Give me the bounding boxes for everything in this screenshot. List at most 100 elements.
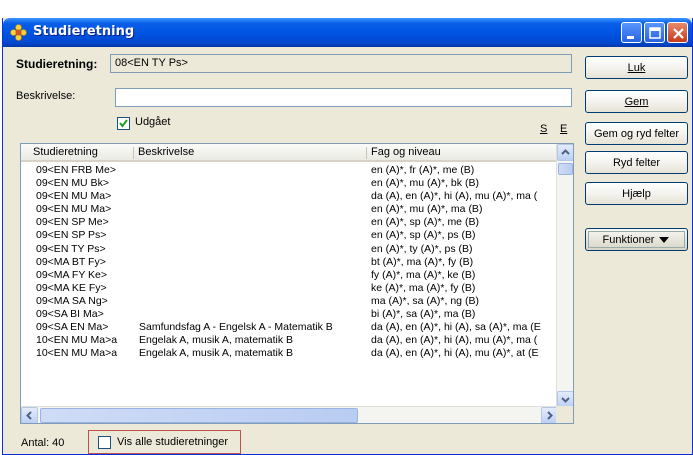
table-row[interactable]: 09<EN MU Ma> da (A), en (A)*, hi (A), mu … — [21, 190, 558, 203]
ryd-felter-button[interactable]: Ryd felter — [585, 151, 688, 174]
chevron-right-icon — [547, 411, 553, 420]
beskrivelse-input[interactable] — [115, 88, 572, 107]
cell-studieretning: 09<SA EN Ma> — [36, 321, 109, 334]
cell-studieretning: 09<EN SP Ps> — [36, 229, 107, 242]
table-row[interactable]: 09<SA BI Ma> bi (A)*, sa (A)*, ma (B) — [21, 308, 558, 321]
cell-fag-og-niveau: ma (A)*, sa (A)*, ng (B) — [371, 294, 479, 307]
cell-fag-og-niveau: en (A)*, sp (A)*, ps (B) — [371, 229, 476, 242]
vertical-scroll-thumb[interactable] — [558, 163, 573, 175]
horizontal-scroll-thumb[interactable] — [40, 408, 358, 423]
table-row[interactable]: 10<EN MU Ma>a Engelak A, musik A, matemat… — [21, 334, 558, 347]
cell-studieretning: 10<EN MU Ma>a — [36, 334, 118, 347]
cell-fag-og-niveau: da (A), en (A)*, hi (A), mu (A)*, ma ( — [371, 190, 538, 203]
cell-fag-og-niveau: da (A), en (A)*, hi (A), sa (A)*, ma (E — [371, 321, 541, 334]
show-all-checkbox[interactable] — [98, 436, 111, 449]
funktioner-button-label: Funktioner — [602, 233, 655, 246]
ryd-felter-button-label: Ryd felter — [612, 156, 661, 169]
table-row[interactable]: 09<EN SP Me> en (A)*, sp (A)*, me (B) — [21, 216, 558, 229]
table-row[interactable]: 09<MA BT Fy> bt (A)*, ma (A)*, fy (B) — [21, 256, 558, 269]
table-row[interactable]: 10<EN MU Ma>a Engelak A, musik A, matemat… — [21, 347, 558, 360]
studieretning-label: Studieretning: — [16, 57, 98, 71]
minimize-icon — [627, 36, 634, 39]
cell-studieretning: 09<EN MU Ma> — [36, 203, 112, 216]
flower-icon — [10, 24, 27, 41]
maximize-button[interactable] — [644, 22, 665, 43]
minimize-button[interactable] — [621, 22, 642, 43]
gem-og-ryd-button[interactable]: Gem og ryd felter — [585, 122, 688, 145]
gem-button[interactable]: Gem — [585, 90, 688, 113]
link-s[interactable]: S — [540, 123, 547, 135]
cell-fag-og-niveau: en (A)*, mu (A)*, ma (B) — [371, 203, 483, 216]
scroll-left-button[interactable] — [21, 407, 38, 423]
cell-beskrivelse: Samfundsfag A - Engelsk A - Matematik B — [139, 321, 333, 334]
cell-fag-og-niveau: en (A)*, fr (A)*, me (B) — [371, 164, 475, 176]
scrollbar-corner — [556, 406, 573, 423]
vertical-scrollbar[interactable] — [556, 144, 573, 408]
checkmark-icon — [119, 119, 128, 128]
column-header-fag-og-niveau[interactable]: Fag og niveau — [371, 146, 441, 158]
column-divider[interactable] — [366, 147, 367, 159]
table-row[interactable]: 09<EN FRB Me> en (A)*, fr (A)*, me (B) — [21, 164, 558, 177]
chevron-down-icon — [561, 397, 570, 403]
cell-studieretning: 09<MA KE Fy> — [36, 281, 107, 294]
table-row[interactable]: 09<EN MU Bk> en (A)*, mu (A)*, bk (B) — [21, 177, 558, 190]
luk-button[interactable]: Luk — [585, 56, 688, 79]
column-header-beskrivelse[interactable]: Beskrivelse — [138, 146, 194, 158]
cell-studieretning: 09<EN MU Ma> — [36, 190, 112, 203]
cell-fag-og-niveau: en (A)*, sp (A)*, me (B) — [371, 216, 479, 229]
show-all-label: Vis alle studieretninger — [117, 436, 229, 448]
close-icon — [673, 28, 684, 39]
column-divider[interactable] — [133, 147, 134, 159]
cell-fag-og-niveau: en (A)*, ty (A)*, ps (B) — [371, 242, 473, 255]
cell-studieretning: 09<EN SP Me> — [36, 216, 109, 229]
grid-rows: 09<EN FRB Me> en (A)*, fr (A)*, me (B) 09… — [21, 164, 558, 409]
luk-button-label: Luk — [627, 61, 646, 74]
table-row[interactable]: 09<MA FY Ke> fy (A)*, ma (A)*, ke (B) — [21, 269, 558, 282]
table-row[interactable]: 09<EN MU Ma> en (A)*, mu (A)*, ma (B) — [21, 203, 558, 216]
link-e[interactable]: E — [560, 123, 567, 135]
gem-og-ryd-button-label: Gem og ryd felter — [594, 127, 679, 140]
cell-studieretning: 09<EN FRB Me> — [36, 164, 116, 176]
cell-fag-og-niveau: da (A), en (A)*, hi (A), mu (A)*, ma ( — [371, 334, 538, 347]
table-row[interactable]: 09<MA KE Fy> ke (A)*, ma (A)*, fy (B) — [21, 282, 558, 295]
cell-studieretning: 09<MA FY Ke> — [36, 268, 108, 281]
grid-header: Studieretning Beskrivelse Fag og niveau — [21, 144, 558, 162]
udgaaet-label: Udgået — [135, 116, 171, 128]
table-row[interactable]: 09<EN TY Ps> en (A)*, ty (A)*, ps (B) — [21, 243, 558, 256]
cell-beskrivelse: Engelak A, musik A, matematik B — [139, 347, 294, 360]
cell-fag-og-niveau: fy (A)*, ma (A)*, ke (B) — [371, 268, 476, 281]
cell-fag-og-niveau: ke (A)*, ma (A)*, fy (B) — [371, 281, 476, 294]
udgaaet-checkbox[interactable] — [117, 117, 130, 130]
cell-beskrivelse: Engelak A, musik A, matematik B — [139, 334, 294, 347]
scroll-up-button[interactable] — [557, 144, 573, 161]
chevron-left-icon — [26, 411, 32, 420]
cell-studieretning: 09<SA BI Ma> — [36, 308, 104, 321]
dropdown-arrow-icon — [659, 236, 670, 243]
table-row[interactable]: 09<EN SP Ps> en (A)*, sp (A)*, ps (B) — [21, 229, 558, 242]
show-all-highlight-box: Vis alle studieretninger — [88, 430, 241, 454]
studieretning-window: Studieretning Studieretning: 08<EN TY Ps… — [2, 18, 693, 455]
chevron-up-icon — [561, 149, 570, 155]
table-row[interactable]: 09<MA SA Ng> ma (A)*, sa (A)*, ng (B) — [21, 295, 558, 308]
column-header-studieretning[interactable]: Studieretning — [33, 146, 98, 158]
cell-fag-og-niveau: bi (A)*, sa (A)*, ma (B) — [371, 308, 476, 321]
cell-studieretning: 09<MA SA Ng> — [36, 294, 108, 307]
studieretning-field[interactable]: 08<EN TY Ps> — [110, 54, 572, 73]
table-row[interactable]: 09<SA EN Ma> Samfundsfag A - Engelsk A - … — [21, 321, 558, 334]
beskrivelse-label: Beskrivelse: — [16, 90, 76, 102]
hjaelp-button-label: Hjælp — [622, 187, 651, 200]
studieretning-grid[interactable]: Studieretning Beskrivelse Fag og niveau … — [20, 143, 574, 424]
cell-studieretning: 09<EN TY Ps> — [36, 242, 106, 255]
cell-fag-og-niveau: da (A), en (A)*, hi (A), mu (A)*, at (E — [371, 347, 539, 360]
maximize-icon — [649, 27, 661, 39]
cell-studieretning: 10<EN MU Ma>a — [36, 347, 118, 360]
cell-fag-og-niveau: en (A)*, mu (A)*, bk (B) — [371, 177, 479, 190]
cell-studieretning: 09<MA BT Fy> — [36, 255, 106, 268]
hjaelp-button[interactable]: Hjælp — [585, 182, 688, 205]
close-button[interactable] — [667, 22, 688, 43]
horizontal-scrollbar[interactable] — [21, 406, 558, 423]
window-title: Studieretning — [33, 24, 135, 39]
title-bar[interactable]: Studieretning — [3, 18, 692, 47]
funktioner-button[interactable]: Funktioner — [585, 228, 688, 251]
gem-button-label: Gem — [624, 95, 649, 108]
